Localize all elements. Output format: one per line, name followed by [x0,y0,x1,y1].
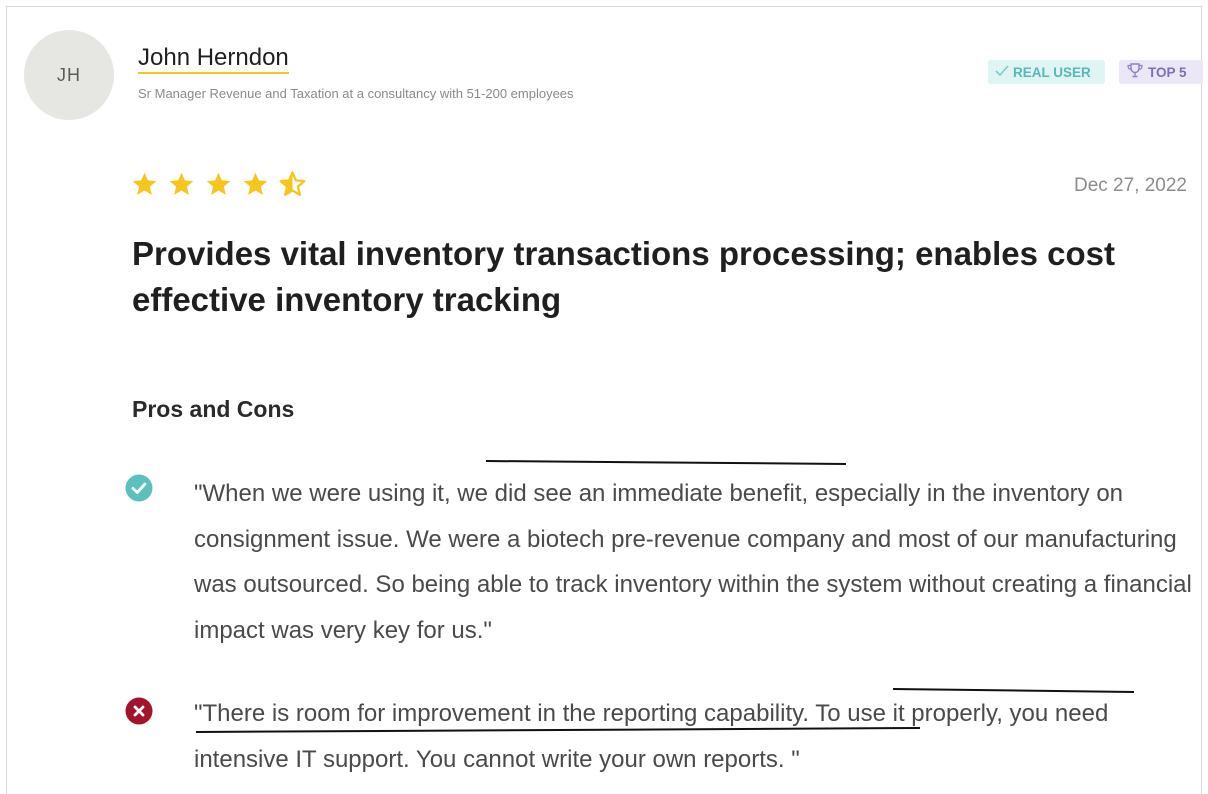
star-half-icon [279,171,306,197]
star-full-icon [131,171,158,197]
top-label: TOP 5 [1148,64,1187,80]
star-full-icon [242,171,269,197]
reviewer-name-link[interactable]: John Herndon [138,45,289,74]
star-rating [131,171,306,197]
top-badge: TOP 5 [1119,60,1203,84]
review-card: JH John Herndon Sr Manager Revenue and T… [6,6,1203,794]
avatar-initials: JH [57,64,81,85]
check-circle-icon [125,474,153,502]
avatar[interactable]: JH [24,30,114,120]
trophy-icon [1126,63,1144,81]
review-date: Dec 27, 2022 [1073,175,1187,196]
pro-text: "When we were using it, we did see an im… [194,480,1192,644]
pros-cons-heading: Pros and Cons [132,396,295,422]
real-user-label: REAL USER [1013,64,1091,80]
x-circle-icon [125,697,153,725]
con-text: "There is room for improvement in the re… [194,700,1109,773]
check-icon [995,64,1009,80]
star-full-icon [168,171,195,197]
reviewer-role: Sr Manager Revenue and Taxation at a con… [138,86,574,101]
review-title: Provides vital inventory transactions pr… [132,235,1115,318]
star-full-icon [205,171,232,197]
real-user-badge: REAL USER [988,60,1105,84]
